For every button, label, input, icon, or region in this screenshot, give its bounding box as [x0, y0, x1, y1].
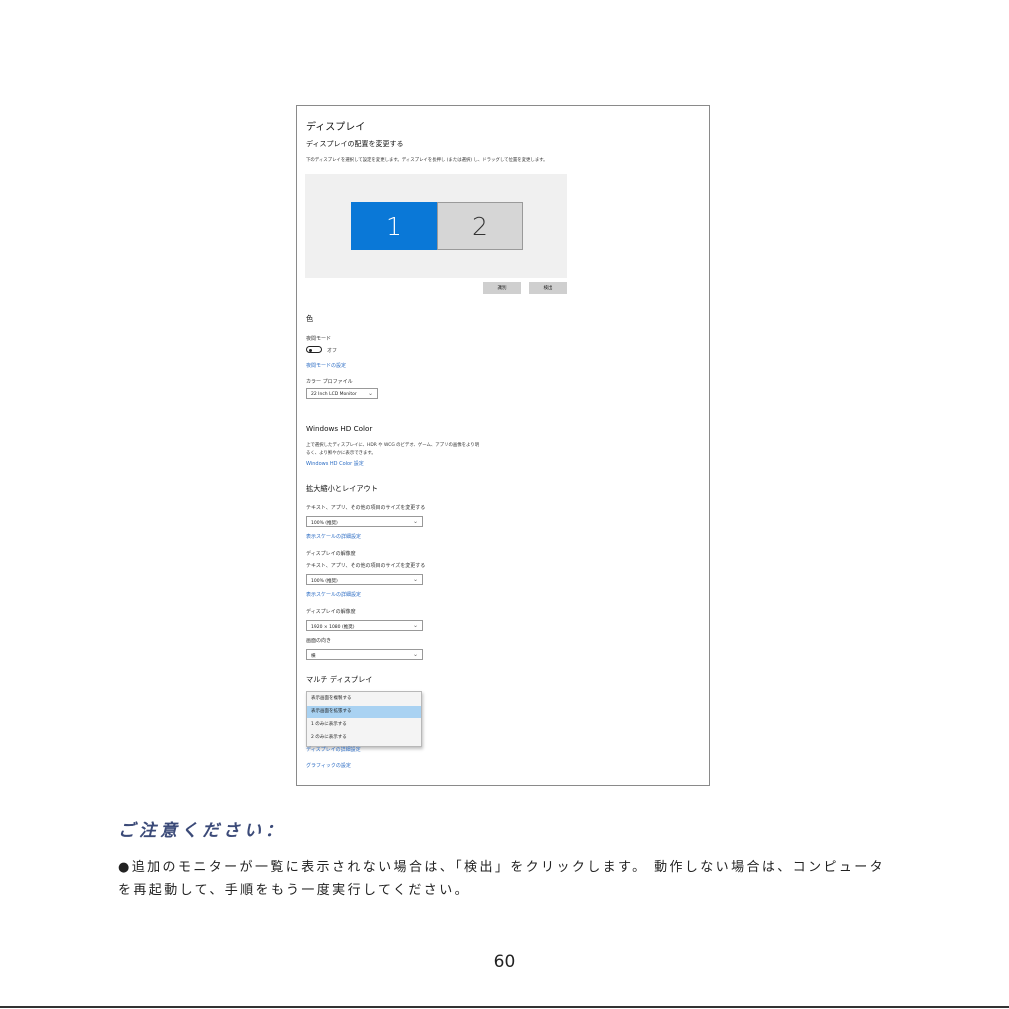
resolution-select[interactable]: 1920 × 1080 (推奨) ⌄ [306, 620, 423, 631]
orientation-select[interactable]: 横 ⌄ [306, 649, 423, 660]
advanced-scale-link[interactable]: 表示スケールの詳細設定 [306, 533, 361, 540]
chevron-down-icon: ⌄ [412, 622, 418, 629]
graphics-settings-link[interactable]: グラフィックの設定 [306, 762, 351, 769]
resolution-label-a: ディスプレイの解像度 [306, 551, 356, 557]
scale-layout-heading: 拡大縮小とレイアウト [306, 484, 378, 493]
color-profile-label: カラー プロファイル [306, 379, 353, 385]
scale-value: 100% (推奨) [311, 520, 338, 526]
display-settings-screenshot: ディスプレイ ディスプレイの配置を変更する 下のディスプレイを選択して設定を変更… [296, 105, 710, 786]
monitor-1[interactable]: 1 [351, 202, 437, 250]
note-title: ご注意ください： [118, 821, 286, 841]
night-light-state: オフ [327, 348, 338, 354]
identify-button[interactable]: 識別 [483, 282, 521, 294]
orientation-label: 画面の向き [306, 638, 332, 644]
scale-select[interactable]: 100% (推奨) ⌄ [306, 516, 423, 527]
arrange-heading: ディスプレイの配置を変更する [306, 140, 404, 148]
note-body: ●追加のモニターが一覧に表示されない場合は、「検出」をクリックします。 動作しな… [118, 860, 886, 898]
scale-label-2: テキスト、アプリ、その他の項目のサイズを変更する [306, 563, 426, 569]
color-section-heading: 色 [306, 314, 314, 323]
chevron-down-icon: ⌄ [412, 518, 418, 525]
scale-label: テキスト、アプリ、その他の項目のサイズを変更する [306, 505, 426, 511]
chevron-down-icon: ⌄ [367, 390, 373, 397]
night-light-label: 夜間モード [306, 336, 332, 342]
scale-value-2: 100% (推奨) [311, 578, 338, 584]
advanced-display-link[interactable]: ディスプレイの詳細設定 [306, 746, 361, 753]
advanced-scale-link-2[interactable]: 表示スケールの詳細設定 [306, 591, 361, 598]
orientation-value: 横 [311, 653, 316, 659]
chevron-down-icon: ⌄ [412, 576, 418, 583]
scale-select-2[interactable]: 100% (推奨) ⌄ [306, 574, 423, 585]
dropdown-option-only-2[interactable]: 2 のみに表示する [307, 732, 421, 744]
hd-color-desc-line1: 上で選択したディスプレイに、HDR や WCG のビデオ、ゲーム、アプリの画像を… [306, 443, 480, 448]
footer-divider [0, 1006, 1009, 1008]
resolution-value: 1920 × 1080 (推奨) [311, 624, 355, 630]
resolution-label: ディスプレイの解像度 [306, 609, 356, 615]
color-profile-select[interactable]: 22 Inch LCD Monitor ⌄ [306, 388, 378, 399]
dropdown-option-duplicate[interactable]: 表示画面を複製する [307, 693, 421, 705]
hd-color-heading: Windows HD Color [306, 424, 373, 433]
page-number: 60 [493, 952, 516, 972]
night-light-toggle[interactable] [306, 346, 322, 353]
dropdown-option-only-1[interactable]: 1 のみに表示する [307, 719, 421, 731]
night-light-settings-link[interactable]: 夜間モードの設定 [306, 362, 346, 369]
color-profile-value: 22 Inch LCD Monitor [311, 391, 357, 397]
arrange-description: 下のディスプレイを選択して設定を変更します。ディスプレイを長押し (または選択)… [306, 158, 548, 163]
chevron-down-icon: ⌄ [412, 651, 418, 658]
hd-color-desc-line2: るく、より鮮やかに表示できます。 [306, 451, 376, 456]
page-title: ディスプレイ [306, 122, 366, 133]
toggle-knob [309, 348, 312, 352]
dropdown-option-extend[interactable]: 表示画面を拡張する [307, 706, 421, 718]
display-arrangement-area: 1 2 [305, 174, 567, 278]
detect-button[interactable]: 検出 [529, 282, 567, 294]
hd-color-settings-link[interactable]: Windows HD Color 設定 [306, 460, 364, 467]
monitor-2[interactable]: 2 [437, 202, 523, 250]
multi-display-dropdown: 表示画面を複製する 表示画面を拡張する 1 のみに表示する 2 のみに表示する [306, 691, 422, 747]
multi-display-heading: マルチ ディスプレイ [306, 675, 373, 684]
